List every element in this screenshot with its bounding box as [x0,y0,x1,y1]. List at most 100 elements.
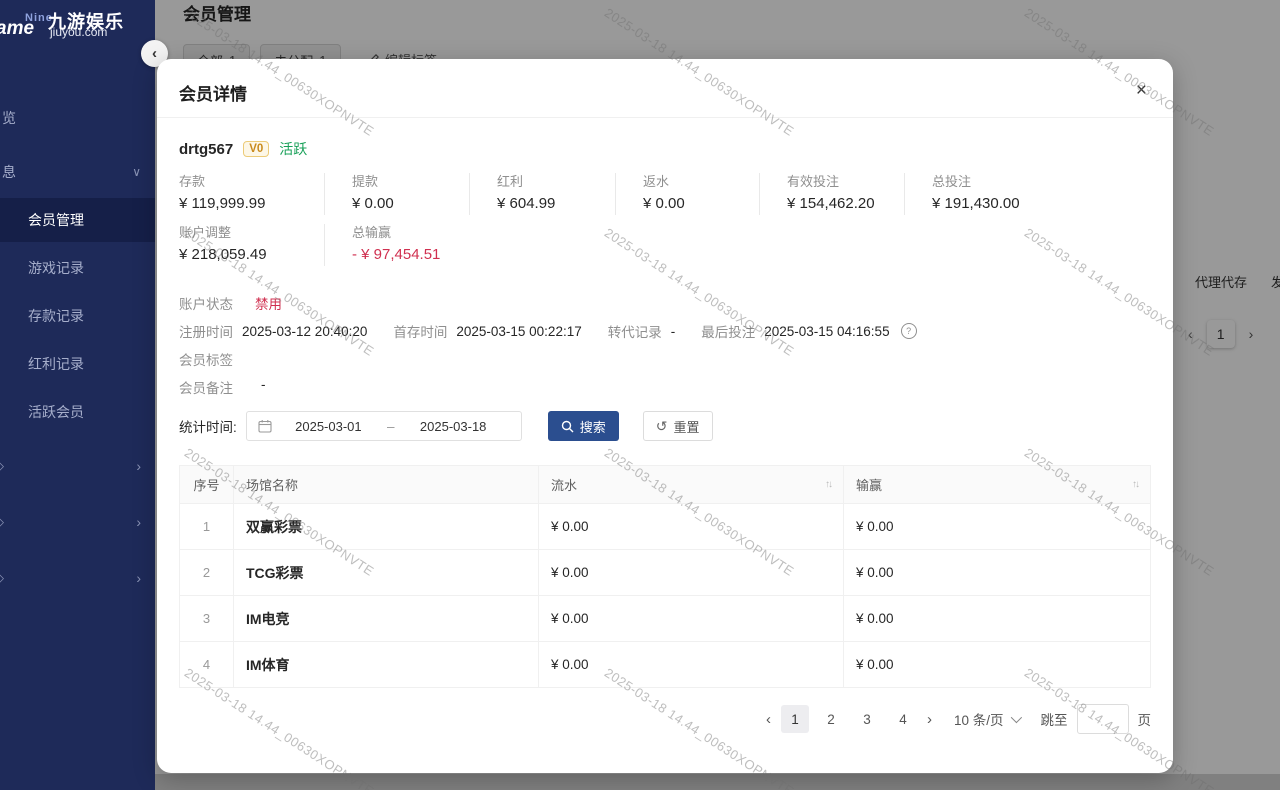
menu-icon: ◇ [0,500,4,544]
stat-label: 红利 [497,171,643,190]
table-row: 3 IM电竞 ¥ 0.00 ¥ 0.00 [180,596,1151,642]
table-row: 4 IM体育 ¥ 0.00 ¥ 0.00 [180,642,1151,688]
notes-label: 会员备注 [179,377,233,397]
header-turnover: 流水 ↑↓ [539,466,844,504]
info-circle-icon[interactable]: ? [901,323,917,339]
stats-time-label: 统计时间: [179,416,237,436]
chevron-right-icon: › [136,444,141,488]
page-2[interactable]: 2 [817,705,845,733]
cell-venue: TCG彩票 [234,550,539,596]
cell-turnover: ¥ 0.00 [539,642,844,688]
stat-value: ¥ 119,999.99 [179,195,352,212]
venue-stats-table: 序号 场馆名称 流水 ↑↓ 输赢 ↑↓ [179,465,1151,688]
info-label: 转代记录 [608,321,662,341]
member-username: drtg567 [179,141,233,158]
member-detail-modal: 会员详情 × drtg567 V0 活跃 存款 ¥ 119,999.99 提款 … [157,59,1173,773]
sidebar-item-collapsed-1[interactable]: ◇ › [0,444,155,488]
sidebar-item-member-info[interactable]: 息 ∨ [0,156,155,188]
table-header-row: 序号 场馆名称 流水 ↑↓ 输赢 ↑↓ [180,466,1151,504]
stat-label: 返水 [643,171,787,190]
menu-icon: ◇ [0,556,4,600]
cell-no: 3 [180,596,234,642]
sidebar-item-overview[interactable]: 览 [0,102,155,134]
cell-winloss: ¥ 0.00 [844,550,1151,596]
stat-total-winloss: 总输赢 - ¥ 97,454.51 [352,222,497,263]
page-1[interactable]: 1 [781,705,809,733]
prev-page-icon[interactable]: ‹ [764,711,773,728]
next-page-icon[interactable]: › [925,711,934,728]
sidebar-submenu: 会员管理 游戏记录 存款记录 红利记录 活跃会员 [0,198,155,438]
stats-time-filter-row: 统计时间: 2025-03-01 – 2025-03-18 搜索 ↺ 重置 [179,411,713,441]
sidebar-item-member-management[interactable]: 会员管理 [0,198,155,242]
stat-value: ¥ 218,059.49 [179,246,352,263]
stat-label: 总投注 [932,171,1151,190]
modal-header: 会员详情 × [157,59,1173,118]
modal-title: 会员详情 [179,80,247,105]
date-range-separator: – [385,419,397,434]
info-first-deposit-time: 首存时间 2025-03-15 00:22:17 [393,321,581,341]
sort-icon[interactable]: ↑↓ [825,479,831,490]
logo-en-bottom: ame [0,18,34,40]
date-range-picker[interactable]: 2025-03-01 – 2025-03-18 [246,411,522,441]
sidebar: Nine ame 九游娱乐 jiuyou.com ‹ 览 息 ∨ 会员管理 游戏… [0,0,155,790]
member-status-badge: 活跃 [279,139,307,159]
stat-deposit: 存款 ¥ 119,999.99 [179,171,352,212]
info-label: 注册时间 [179,321,233,341]
cell-winloss: ¥ 0.00 [844,642,1151,688]
stat-rebate: 返水 ¥ 0.00 [643,171,787,212]
reset-icon: ↺ [656,418,668,435]
cell-venue: IM电竞 [234,596,539,642]
account-status-row: 账户状态 禁用 [179,293,282,313]
member-info-row: 注册时间 2025-03-12 20:40:20 首存时间 2025-03-15… [179,321,917,341]
info-value: 2025-03-12 20:40:20 [242,324,367,339]
stat-value: ¥ 0.00 [352,195,497,212]
info-value: 2025-03-15 00:22:17 [456,324,581,339]
page-size-value: 10 条/页 [954,709,1004,729]
info-value: - [671,324,676,339]
sort-icon[interactable]: ↑↓ [1132,479,1138,490]
stat-label: 有效投注 [787,171,932,190]
stat-value: ¥ 191,430.00 [932,195,1151,212]
chevron-down-icon: ∨ [132,156,141,188]
stat-label: 账户调整 [179,222,352,241]
page-3[interactable]: 3 [853,705,881,733]
date-start-value[interactable]: 2025-03-01 [272,419,385,434]
search-button-label: 搜索 [580,417,606,436]
search-button[interactable]: 搜索 [548,411,619,441]
sidebar-item-label: 活跃会员 [28,404,84,420]
sidebar-item-label: 游戏记录 [28,260,84,276]
close-icon[interactable]: × [1136,81,1147,100]
sidebar-item-active-members[interactable]: 活跃会员 [0,390,155,434]
info-label: 首存时间 [393,321,447,341]
page-4[interactable]: 4 [889,705,917,733]
sidebar-item-deposit-records[interactable]: 存款记录 [0,294,155,338]
app-logo: Nine ame 九游娱乐 jiuyou.com [0,0,155,95]
page-size-select[interactable]: 10 条/页 [954,709,1019,729]
cell-turnover: ¥ 0.00 [539,504,844,550]
sidebar-item-label: 会员管理 [28,212,84,228]
stat-label: 总输赢 [352,222,497,241]
notes-value: - [261,377,266,397]
sidebar-item-game-records[interactable]: 游戏记录 [0,246,155,290]
header-venue: 场馆名称 [234,466,539,504]
member-notes-row: 会员备注 - [179,377,266,397]
reset-button[interactable]: ↺ 重置 [643,411,713,441]
cell-turnover: ¥ 0.00 [539,550,844,596]
screen: 会员管理 全部 1 未分配 1 编辑标签 情 代理代存 发 ‹ 1 › [0,0,1280,790]
jump-suffix: 页 [1138,709,1152,729]
stat-value: ¥ 604.99 [497,195,643,212]
jump-label: 跳至 [1041,709,1068,729]
sidebar-item-collapsed-3[interactable]: ◇ › [0,556,155,600]
date-end-value[interactable]: 2025-03-18 [397,419,510,434]
cell-winloss: ¥ 0.00 [844,504,1151,550]
header-turnover-label: 流水 [551,475,577,494]
info-label: 最后投注 [701,321,755,341]
table-row: 1 双赢彩票 ¥ 0.00 ¥ 0.00 [180,504,1151,550]
cell-no: 2 [180,550,234,596]
cell-no: 4 [180,642,234,688]
account-status-value: 禁用 [255,293,282,313]
cell-turnover: ¥ 0.00 [539,596,844,642]
sidebar-item-collapsed-2[interactable]: ◇ › [0,500,155,544]
jump-page-input[interactable] [1077,704,1129,734]
sidebar-item-bonus-records[interactable]: 红利记录 [0,342,155,386]
